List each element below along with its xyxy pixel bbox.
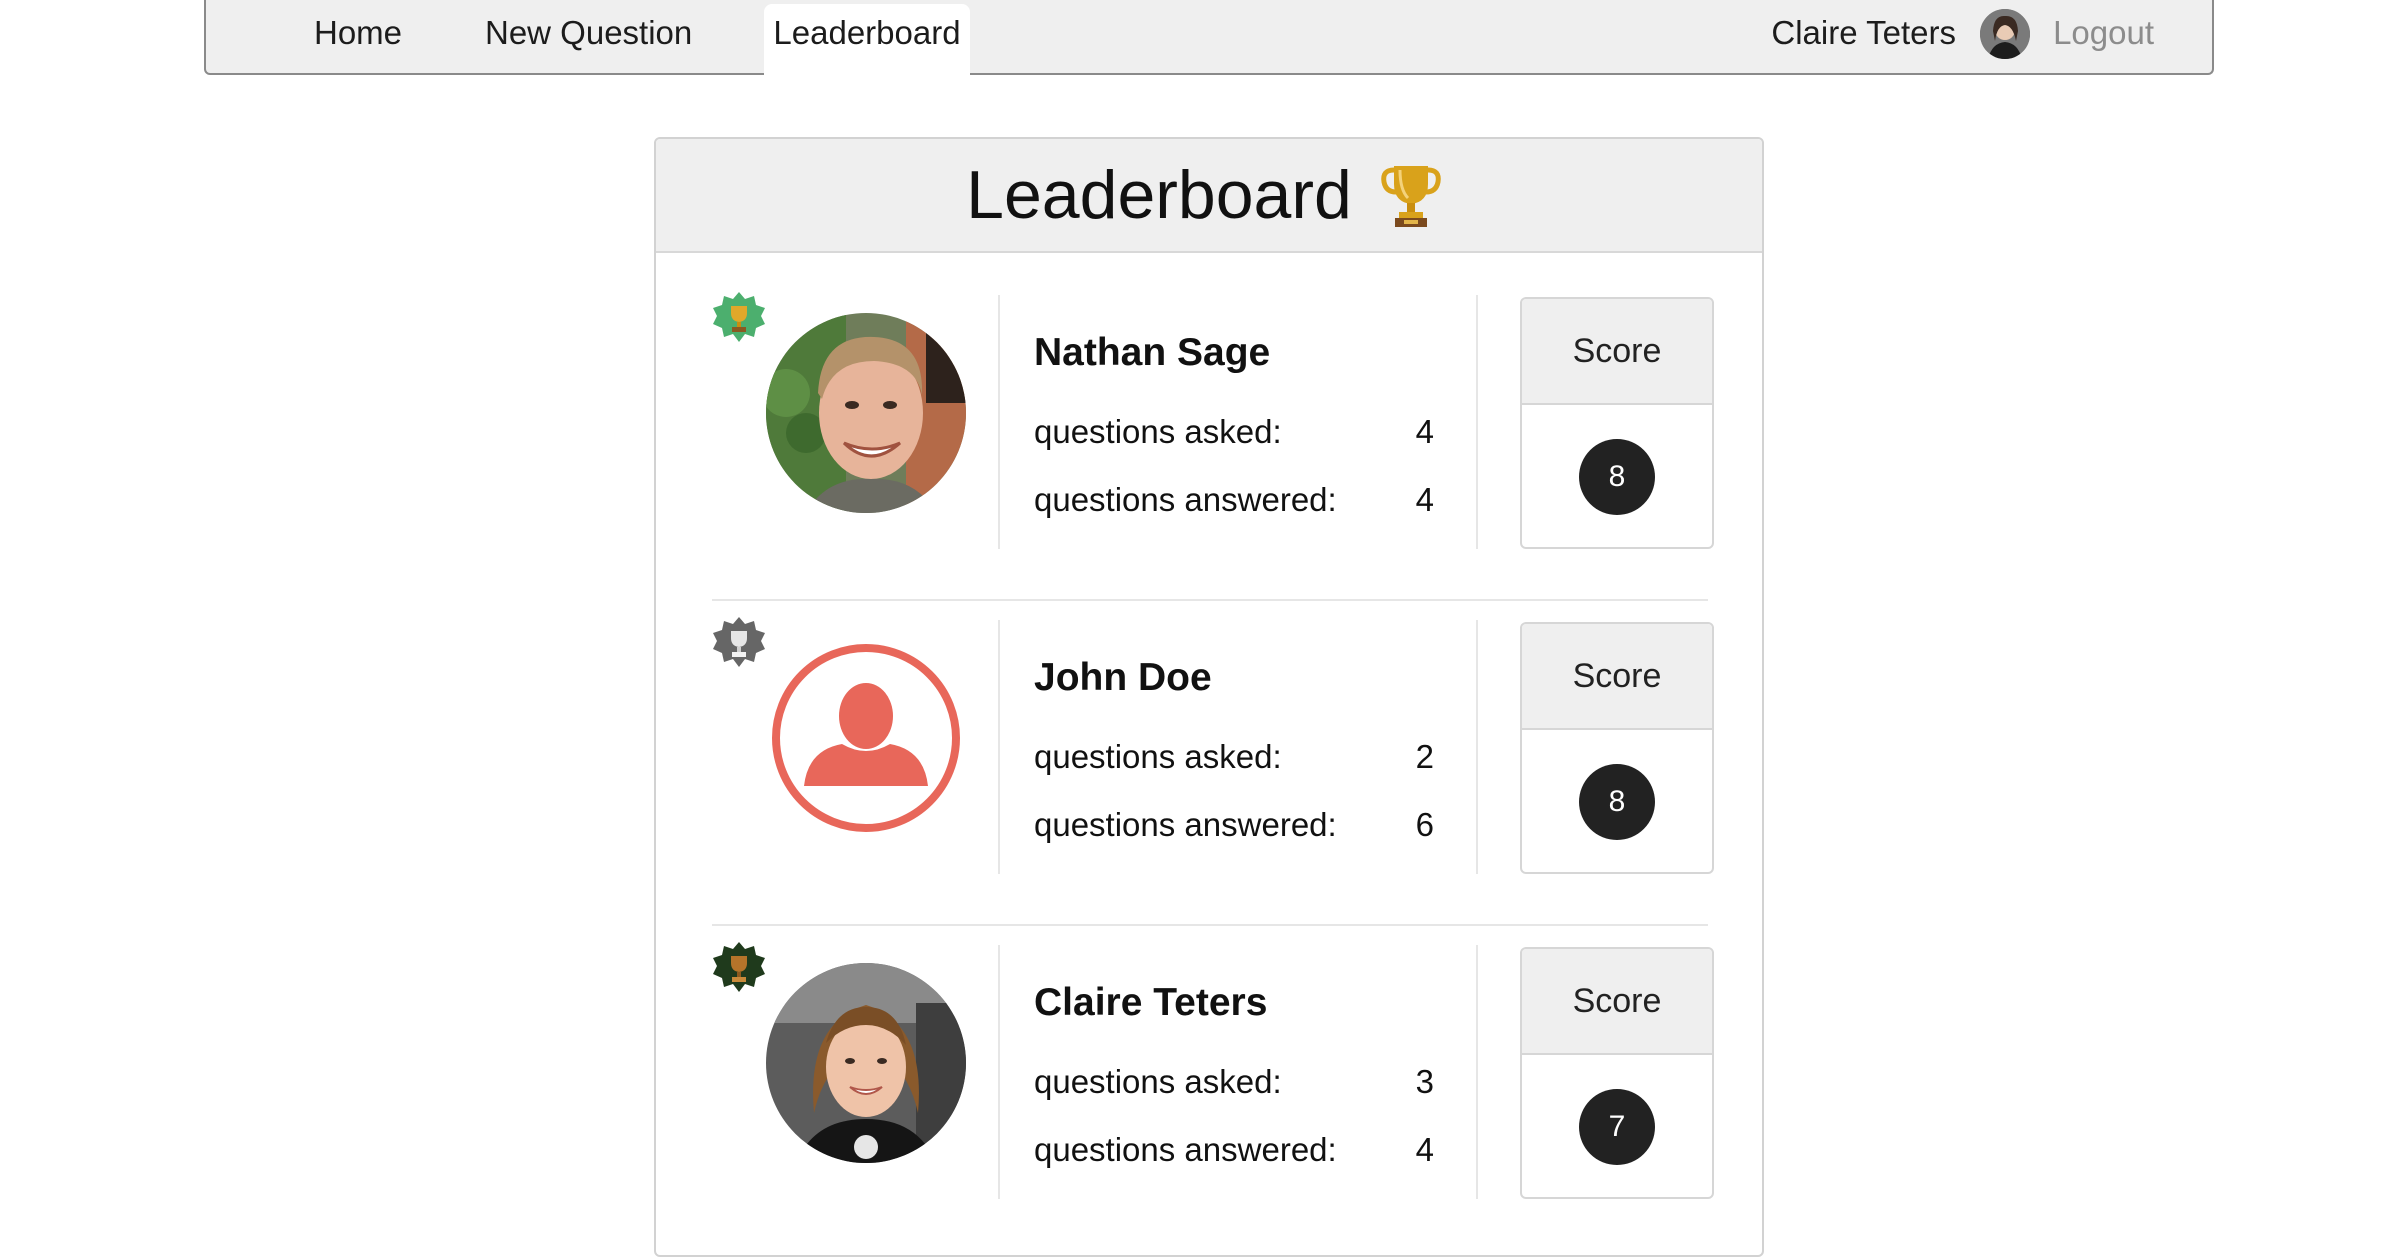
leaderboard-card: Leaderboard Nathan Sage questions asked:… xyxy=(654,137,1764,1257)
rank-badge-icon xyxy=(712,616,766,670)
questions-asked-label: questions asked: xyxy=(1034,738,1282,775)
score-box: Score 7 xyxy=(1520,947,1714,1199)
questions-answered-row: questions answered: 4 xyxy=(1034,481,1434,521)
entry-divider xyxy=(998,945,1000,1199)
user-name: Nathan Sage xyxy=(1034,331,1271,374)
entry-divider xyxy=(1476,295,1478,549)
score-badge: 8 xyxy=(1579,764,1655,840)
score-box: Score 8 xyxy=(1520,297,1714,549)
entry-divider xyxy=(998,620,1000,874)
entry-divider xyxy=(998,295,1000,549)
default-user-icon xyxy=(766,638,966,838)
leaderboard-entry: Claire Teters questions asked: 3 questio… xyxy=(712,927,1714,1251)
entry-separator xyxy=(712,599,1708,601)
leaderboard-header: Leaderboard xyxy=(656,139,1762,253)
user-avatar xyxy=(766,313,966,513)
score-badge: 7 xyxy=(1579,1089,1655,1165)
top-navbar: Home New Question Leaderboard Claire Tet… xyxy=(204,0,2214,75)
score-label: Score xyxy=(1522,949,1712,1055)
questions-asked-value: 2 xyxy=(1415,738,1434,775)
score-label: Score xyxy=(1522,624,1712,730)
trophy-icon xyxy=(1380,160,1442,230)
questions-answered-value: 6 xyxy=(1415,806,1434,843)
questions-asked-row: questions asked: 4 xyxy=(1034,413,1434,453)
questions-answered-label: questions answered: xyxy=(1034,1131,1337,1168)
score-box: Score 8 xyxy=(1520,622,1714,874)
questions-answered-value: 4 xyxy=(1415,481,1434,518)
leaderboard-title: Leaderboard xyxy=(966,157,1352,233)
entry-separator xyxy=(712,924,1708,926)
questions-answered-row: questions answered: 6 xyxy=(1034,806,1434,846)
logout-link[interactable]: Logout xyxy=(2053,0,2154,68)
nav-home-link[interactable]: Home xyxy=(302,0,414,73)
leaderboard-entry: John Doe questions asked: 2 questions an… xyxy=(712,602,1714,926)
nav-leaderboard-link[interactable]: Leaderboard xyxy=(764,4,970,75)
user-name: Claire Teters xyxy=(1034,981,1268,1024)
user-name: John Doe xyxy=(1034,656,1212,699)
score-badge: 8 xyxy=(1579,439,1655,515)
questions-asked-label: questions asked: xyxy=(1034,1063,1282,1100)
rank-badge-icon xyxy=(712,941,766,995)
nav-user-avatar xyxy=(1980,9,2030,59)
questions-asked-row: questions asked: 3 xyxy=(1034,1063,1434,1103)
score-label: Score xyxy=(1522,299,1712,405)
entry-divider xyxy=(1476,945,1478,1199)
questions-answered-label: questions answered: xyxy=(1034,806,1337,843)
rank-badge-icon xyxy=(712,291,766,345)
questions-answered-label: questions answered: xyxy=(1034,481,1337,518)
questions-answered-value: 4 xyxy=(1415,1131,1434,1168)
nav-new-question-link[interactable]: New Question xyxy=(473,0,704,73)
questions-asked-value: 4 xyxy=(1415,413,1434,450)
nav-user-name: Claire Teters xyxy=(1771,14,1956,51)
questions-asked-label: questions asked: xyxy=(1034,413,1282,450)
questions-asked-value: 3 xyxy=(1415,1063,1434,1100)
questions-asked-row: questions asked: 2 xyxy=(1034,738,1434,778)
user-avatar xyxy=(766,963,966,1163)
leaderboard-entry: Nathan Sage questions asked: 4 questions… xyxy=(712,277,1714,601)
entry-divider xyxy=(1476,620,1478,874)
questions-answered-row: questions answered: 4 xyxy=(1034,1131,1434,1171)
